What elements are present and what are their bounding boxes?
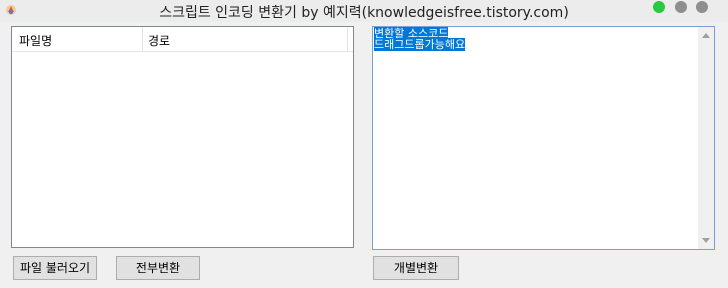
- column-divider[interactable]: [142, 27, 143, 51]
- load-files-button[interactable]: 파일 불러오기: [13, 256, 97, 280]
- scroll-down-icon[interactable]: [702, 238, 710, 243]
- title-bar: 스크립트 인코딩 변환기 by 예지력(knowledgeisfree.tist…: [0, 0, 728, 22]
- close-button[interactable]: [696, 1, 708, 13]
- convert-all-button[interactable]: 전부변환: [116, 256, 200, 280]
- convert-single-button[interactable]: 개별변환: [373, 256, 459, 280]
- source-code-textarea[interactable]: 변환할 소스코드 드래그드롭가능해요: [372, 26, 715, 250]
- column-divider[interactable]: [347, 27, 348, 51]
- file-list[interactable]: 파일명 경로: [11, 26, 354, 248]
- column-header-path[interactable]: 경로: [148, 32, 170, 49]
- window-title: 스크립트 인코딩 변환기 by 예지력(knowledgeisfree.tist…: [159, 5, 569, 21]
- minimize-button[interactable]: [675, 1, 687, 13]
- maximize-button[interactable]: [653, 1, 665, 13]
- scroll-up-icon[interactable]: [702, 33, 710, 38]
- selected-text: 변환할 소스코드 드래그드롭가능해요: [374, 27, 466, 51]
- vertical-scrollbar[interactable]: [698, 27, 714, 249]
- column-header-filename[interactable]: 파일명: [19, 32, 52, 49]
- editor-line-2: 드래그드롭가능해요: [374, 38, 466, 51]
- file-list-header: 파일명 경로: [12, 27, 353, 52]
